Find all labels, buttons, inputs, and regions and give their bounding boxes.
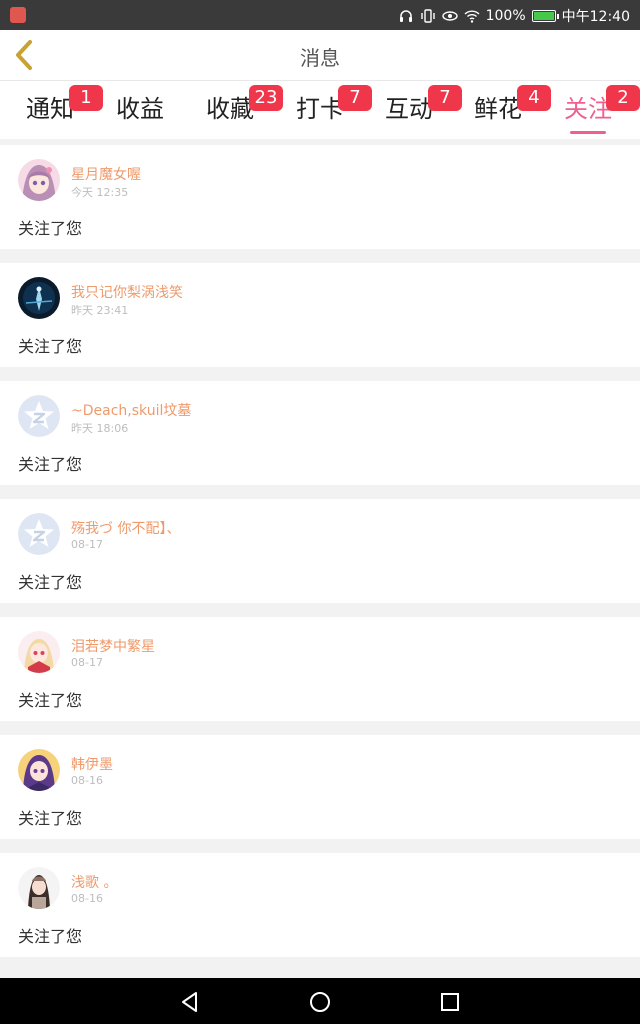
status-icons: 100% 中午12:40: [398, 6, 630, 26]
timestamp: 昨天 18:06: [71, 422, 129, 435]
user-name[interactable]: 韩伊墨: [71, 754, 113, 774]
user-name[interactable]: 我只记你梨涡浅笑: [71, 282, 183, 302]
tab-checkin[interactable]: 打卡 7: [275, 85, 372, 135]
battery-percent: 100%: [485, 8, 526, 24]
timestamp: 昨天 23:41: [71, 304, 129, 317]
tab-follow[interactable]: 关注 2: [543, 85, 640, 135]
notification-list: 星月魔女喔 今天 12:35 关注了您 我只记你梨涡浅笑 昨天 23:41 关注…: [0, 145, 640, 971]
list-item[interactable]: 殇我づ 你不配】、 08-17 关注了您: [0, 499, 640, 603]
app-notification-icon: [10, 7, 26, 23]
tab-notice[interactable]: 通知 1: [5, 85, 103, 135]
timestamp: 08-16: [71, 774, 103, 787]
home-circle-icon[interactable]: [307, 989, 333, 1015]
message-text: 关注了您: [18, 573, 83, 592]
message-text: 关注了您: [18, 219, 83, 238]
tab-label: 关注: [564, 95, 612, 123]
tab-interaction[interactable]: 互动 7: [364, 85, 462, 135]
back-triangle-icon[interactable]: [177, 989, 203, 1015]
avatar[interactable]: [18, 395, 60, 437]
tab-earnings[interactable]: 收益: [95, 91, 185, 135]
message-text: 关注了您: [18, 927, 83, 946]
battery-icon: [531, 10, 559, 22]
tab-label: 收益: [116, 95, 164, 123]
avatar[interactable]: [18, 631, 60, 673]
list-item[interactable]: 星月魔女喔 今天 12:35 关注了您: [0, 145, 640, 249]
recents-square-icon[interactable]: [437, 989, 463, 1015]
eye-icon: [441, 11, 458, 21]
avatar[interactable]: [18, 867, 60, 909]
list-item[interactable]: 泪若梦中繁星 08-17 关注了您: [0, 617, 640, 721]
list-item[interactable]: 韩伊墨 08-16 关注了您: [0, 735, 640, 839]
badge-count: 2: [606, 85, 640, 111]
message-text: 关注了您: [18, 691, 83, 710]
avatar[interactable]: [18, 159, 60, 201]
message-text: 关注了您: [18, 337, 83, 356]
user-name[interactable]: 殇我づ 你不配】、: [71, 518, 180, 538]
wifi-icon: [464, 10, 480, 23]
timestamp: 08-17: [71, 538, 103, 551]
list-item[interactable]: 浅歌 。 08-16 关注了您: [0, 853, 640, 957]
clock: 中午12:40: [561, 9, 630, 25]
tab-label: 打卡: [296, 95, 344, 123]
avatar[interactable]: [18, 749, 60, 791]
active-tab-indicator: [570, 131, 606, 134]
timestamp: 08-16: [71, 892, 103, 905]
message-text: 关注了您: [18, 455, 83, 474]
timestamp: 08-17: [71, 656, 103, 669]
avatar[interactable]: [18, 513, 60, 555]
header: 消息: [0, 30, 640, 81]
tab-label: 互动: [385, 95, 433, 123]
list-item[interactable]: 我只记你梨涡浅笑 昨天 23:41 关注了您: [0, 263, 640, 367]
list-item[interactable]: ~Deach,skuil坟墓 昨天 18:06 关注了您: [0, 381, 640, 485]
user-name[interactable]: 星月魔女喔: [71, 164, 141, 184]
message-text: 关注了您: [18, 809, 83, 828]
avatar[interactable]: [18, 277, 60, 319]
tab-label: 通知: [26, 95, 74, 123]
page-title: 消息: [300, 46, 340, 70]
user-name[interactable]: 泪若梦中繁星: [71, 636, 155, 656]
user-name[interactable]: ~Deach,skuil坟墓: [71, 400, 191, 420]
tab-favorites[interactable]: 收藏 23: [185, 85, 283, 135]
status-bar: 100% 中午12:40: [0, 0, 640, 30]
user-name[interactable]: 浅歌 。: [71, 872, 117, 892]
tab-label: 鲜花: [474, 95, 522, 123]
vibrate-icon: [420, 9, 435, 23]
timestamp: 今天 12:35: [71, 186, 129, 199]
tab-flowers[interactable]: 鲜花 4: [453, 85, 551, 135]
headphone-icon: [399, 10, 412, 22]
tab-bar: 通知 1 收益 收藏 23 打卡 7 互动 7 鲜花 4 关注 2: [0, 81, 640, 139]
system-nav-bar: [0, 978, 640, 1024]
tab-label: 收藏: [206, 95, 254, 123]
